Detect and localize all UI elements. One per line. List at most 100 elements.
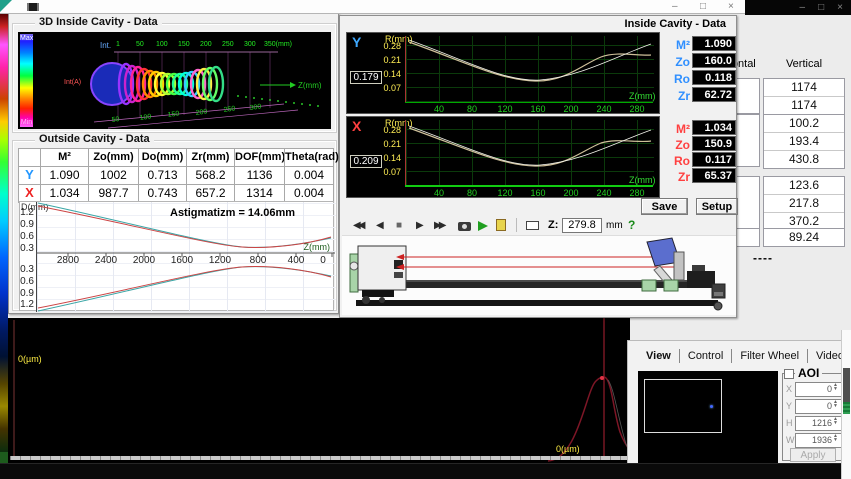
ztick: 80: [460, 188, 484, 198]
th-zo: Zo(mm): [88, 148, 139, 167]
vertical-scrollbar[interactable]: [841, 330, 851, 479]
playback-toolbar: ◀◀ ◀ ■ ▶ ▶▶ Z: 279.8 mm ?: [340, 217, 736, 235]
cell: 1002: [88, 166, 139, 185]
log-icon[interactable]: [496, 219, 506, 231]
aoi-apply-button[interactable]: Apply: [790, 448, 836, 462]
z-position-input[interactable]: 279.8: [562, 218, 602, 233]
ytick: 0.3: [20, 243, 34, 254]
cavity3d-group: 3D Inside Cavity - Data Max Min: [12, 23, 337, 133]
x-zr-value: 65.37: [692, 168, 736, 183]
step-back-icon[interactable]: ◀: [376, 220, 384, 231]
rtick: 0.28: [379, 125, 401, 135]
row-y-label: Y: [18, 166, 41, 185]
th-zr: Zr(mm): [186, 148, 235, 167]
snapshot-icon[interactable]: [458, 222, 471, 231]
column-header-vertical: Vertical: [763, 58, 845, 70]
svg-text:1: 1: [116, 41, 120, 48]
aoi-w-spinner[interactable]: ▲▼: [833, 434, 838, 442]
minimize-button[interactable]: –: [672, 0, 678, 13]
x-caustic-panel[interactable]: X 0.209 R(mm) 0.28 0.21 0.14 0.07 Z(mm) …: [346, 116, 660, 198]
table-cell: 89.24: [764, 229, 844, 246]
beam-profile-display[interactable]: 0(µm) 0(µm): [8, 318, 630, 463]
table-cell: 100.2: [764, 115, 844, 132]
tab-filter-wheel[interactable]: Filter Wheel: [732, 349, 808, 363]
aoi-h-spinner[interactable]: ▲▼: [833, 417, 838, 425]
setup-button[interactable]: Setup: [696, 198, 738, 215]
svg-text:50: 50: [111, 116, 120, 124]
run-icon[interactable]: [478, 221, 488, 231]
ztick: 280: [625, 104, 649, 114]
host-close-button[interactable]: ×: [837, 1, 843, 15]
ytick: 0.6: [20, 276, 34, 287]
scrollbar-thumb-grip: [843, 402, 850, 414]
x-curves: [405, 120, 653, 186]
cell: 1136: [234, 166, 285, 185]
th-theta: Theta(rad): [284, 148, 334, 167]
frame-icon[interactable]: [526, 221, 539, 230]
app-screen: 0(µm) 0(µm) Horizontal Vertical 1174 117…: [0, 0, 851, 479]
astigmatism-chart[interactable]: D(mm) 1.2 0.9 0.6 0.3 0.3 0.6 0.9 1.2: [19, 201, 334, 311]
x-z-axis-label: Z(mm): [629, 175, 656, 185]
close-button[interactable]: ×: [728, 0, 734, 13]
rtick: 0.28: [379, 41, 401, 51]
aoi-y-spinner[interactable]: ▲▼: [833, 400, 838, 408]
y-zo-value: 160.0: [692, 53, 736, 68]
y-z-axis-label: Z(mm): [629, 91, 656, 101]
host-minimize-button[interactable]: –: [800, 1, 806, 15]
save-button[interactable]: Save: [641, 198, 688, 215]
outside-cavity-title: Outside Cavity - Data: [35, 133, 154, 145]
svg-text:300: 300: [244, 41, 256, 48]
xtick: 1600: [168, 255, 196, 266]
m2-window-titlebar[interactable]: – □ ×: [0, 0, 745, 14]
beam-spot: [710, 405, 713, 408]
aoi-checkbox[interactable]: [784, 369, 794, 379]
svg-text:50: 50: [136, 41, 144, 48]
cavity3d-title: 3D Inside Cavity - Data: [35, 16, 162, 28]
rewind-icon[interactable]: ◀◀: [353, 220, 362, 231]
tab-control[interactable]: Control: [680, 349, 732, 363]
aoi-x-spinner[interactable]: ▲▼: [833, 383, 838, 391]
ztick: 120: [493, 188, 517, 198]
z-position-label: Z:: [548, 219, 558, 231]
xtick: 2800: [54, 255, 82, 266]
fast-forward-icon[interactable]: ▶▶: [434, 220, 443, 231]
astigmatism-annotation: Astigmatizm = 14.06mm: [170, 207, 295, 219]
rtick: 0.21: [379, 55, 401, 65]
beam-profile-plot: [8, 318, 630, 463]
svg-text:150: 150: [167, 110, 180, 119]
caustic-3d-chart: Int. Int(A): [34, 32, 329, 129]
table-footer-dashes: ----: [753, 251, 773, 265]
camera-video-view[interactable]: [638, 371, 778, 463]
play-icon[interactable]: ▶: [416, 220, 424, 231]
ztick: 160: [526, 104, 550, 114]
toolbar-separator: [516, 218, 517, 232]
ytick: 0.9: [20, 288, 34, 299]
x-zo-value: 150.9: [692, 136, 736, 151]
camera-tabs: View Control Filter Wheel Video Calculat…: [638, 349, 851, 363]
help-icon[interactable]: ?: [628, 218, 635, 232]
cell: 568.2: [186, 166, 235, 185]
rail-diagram: [342, 236, 736, 316]
y-caustic-panel[interactable]: Y 0.179 R(mm) 0.28 0.21 0.14 0.07 Z(mm) …: [346, 32, 660, 114]
x-zr-label: Zr: [666, 170, 690, 184]
vertical-cells-group2: 100.2 193.4 430.8: [763, 114, 845, 169]
xtick: 0: [315, 255, 331, 266]
y-ro-value: 0.118: [692, 70, 736, 85]
aoi-y-label: Y: [786, 401, 792, 411]
aoi-x-label: X: [786, 384, 792, 394]
tab-view[interactable]: View: [638, 349, 680, 363]
aoi-group: AOI X 0 ▲▼ Y 0 ▲▼ H 1216 ▲▼ W 1936 ▲▼ Ap…: [782, 373, 844, 461]
th-m2: M²: [40, 148, 89, 167]
host-maximize-button[interactable]: □: [818, 1, 824, 15]
xtick: 400: [282, 255, 310, 266]
x-zo-label: Zo: [666, 138, 690, 152]
window-icon: [27, 3, 39, 11]
scrollbar-thumb[interactable]: [843, 368, 850, 414]
rtick: 0.07: [379, 83, 401, 93]
beam-x-axis-label: 0(µm): [556, 444, 580, 454]
maximize-button[interactable]: □: [700, 0, 706, 13]
y-z-axis-line: [405, 102, 653, 103]
ztick: 40: [427, 188, 451, 198]
cavity3d-plot[interactable]: Max Min Int. Int(A): [18, 32, 331, 129]
stop-icon[interactable]: ■: [396, 220, 402, 231]
